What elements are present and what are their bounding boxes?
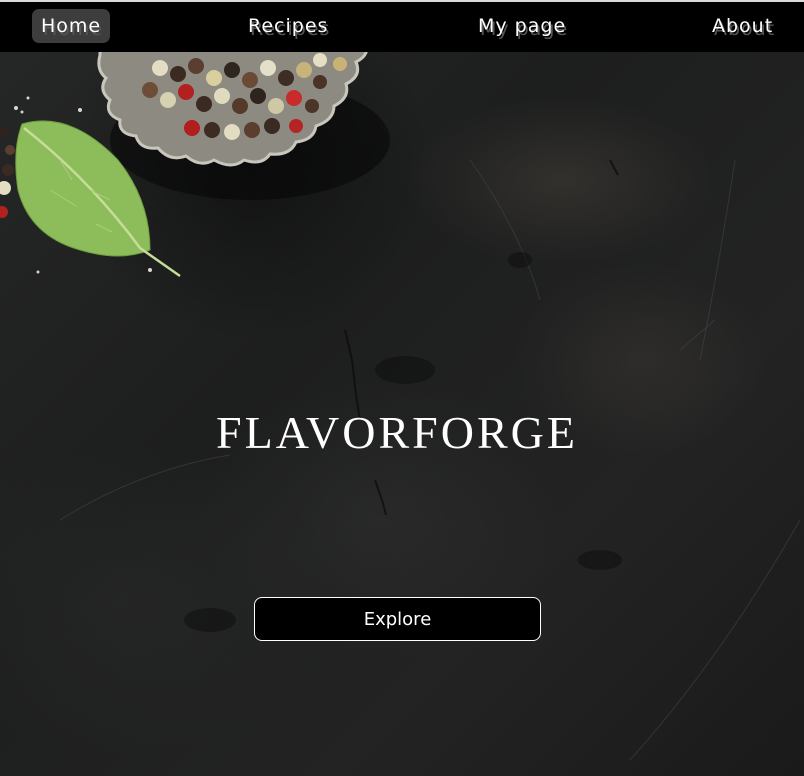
hero-background [0, 0, 804, 776]
nav-about-link[interactable]: About [712, 9, 773, 43]
nav-recipes-link[interactable]: Recipes [248, 9, 328, 43]
brand-title: FLAVORFORGE [216, 407, 578, 458]
nav-my-page-link[interactable]: My page [478, 9, 566, 43]
explore-button[interactable]: Explore [254, 597, 541, 641]
nav-home-link[interactable]: Home [32, 9, 111, 43]
top-navbar: Home Recipes My page About [0, 0, 804, 52]
